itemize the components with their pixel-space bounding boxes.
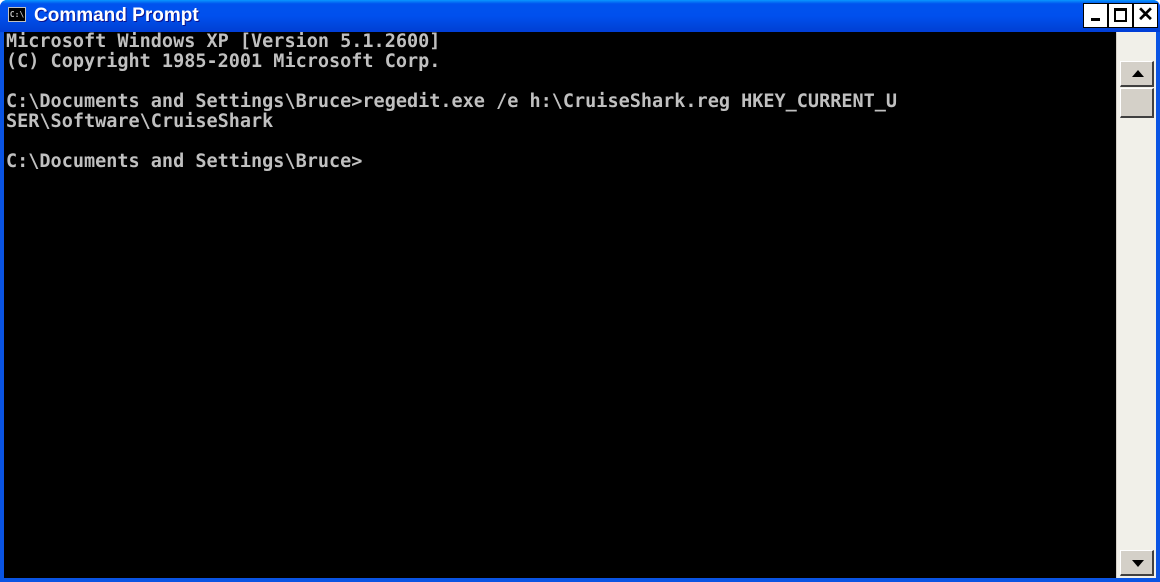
title-bar[interactable]: C:\ Command Prompt ✕	[0, 0, 1160, 32]
window-title: Command Prompt	[34, 5, 199, 26]
console-area[interactable]: Microsoft Windows XP [Version 5.1.2600] …	[4, 32, 1116, 578]
scroll-down-arrow-icon	[1132, 560, 1144, 567]
scrollbar-thumb[interactable]	[1120, 88, 1154, 118]
command-prompt-window: C:\ Command Prompt ✕ Microsoft Windows X…	[0, 0, 1160, 582]
vertical-scrollbar[interactable]	[1116, 32, 1156, 578]
close-icon: ✕	[1137, 4, 1154, 26]
minimize-button[interactable]	[1083, 3, 1108, 28]
console-icon[interactable]: C:\	[8, 7, 26, 22]
scroll-up-arrow-icon	[1132, 70, 1144, 77]
close-button[interactable]: ✕	[1133, 3, 1158, 28]
maximize-icon	[1114, 8, 1127, 22]
maximize-button[interactable]	[1108, 3, 1133, 28]
minimize-icon	[1091, 18, 1100, 21]
console-output: Microsoft Windows XP [Version 5.1.2600] …	[6, 32, 898, 172]
scroll-down-button[interactable]	[1120, 550, 1154, 576]
scroll-up-button[interactable]	[1120, 61, 1154, 87]
